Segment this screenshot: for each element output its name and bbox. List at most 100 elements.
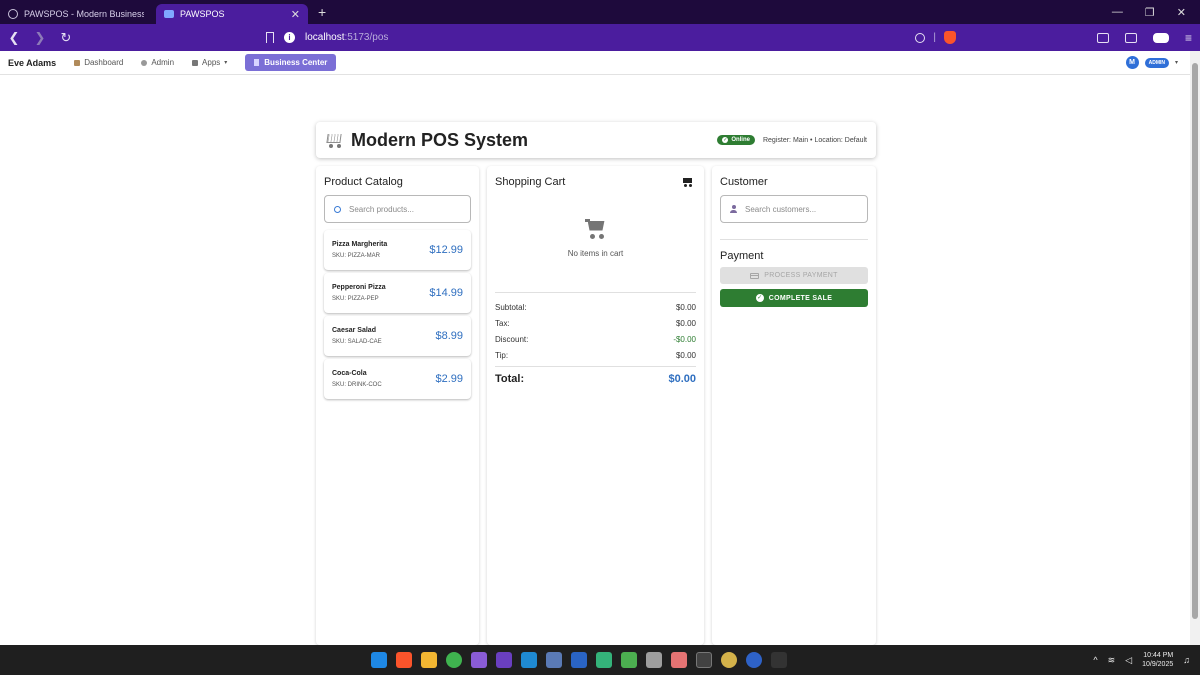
shopping-cart-panel: Shopping Cart No items in cart Subtotal:…: [487, 166, 704, 645]
forward-arrow-icon[interactable]: ❯: [34, 30, 46, 46]
site-info-icon[interactable]: i: [284, 32, 295, 43]
clock[interactable]: 10:44 PM 10/9/2025: [1142, 651, 1173, 669]
tax-row: Tax: $0.00: [495, 318, 696, 328]
customer-search-input[interactable]: Search customers...: [720, 195, 868, 223]
screenshot-icon[interactable]: [1096, 32, 1109, 43]
product-price: $8.99: [435, 330, 463, 342]
total-value: $0.00: [668, 373, 696, 385]
nav-label: Dashboard: [84, 58, 124, 67]
page-title: Modern POS System: [351, 129, 529, 150]
volume-icon[interactable]: ◁: [1125, 655, 1132, 666]
chevron-down-icon[interactable]: ▾: [1175, 59, 1178, 66]
divider: [720, 239, 868, 240]
nav-admin[interactable]: Admin: [141, 58, 174, 67]
search-placeholder: Search customers...: [745, 204, 817, 214]
notification-bell-icon[interactable]: ♫: [1183, 655, 1190, 665]
system-tray: ^ ≋ ◁ 10:44 PM 10/9/2025 ♫: [1093, 645, 1190, 675]
app-navbar: Eve Adams Dashboard Admin Apps ▾ Busines…: [0, 51, 1190, 75]
sidebar-icon[interactable]: [1124, 32, 1137, 43]
nav-label: Admin: [151, 58, 175, 67]
browser-tab-1[interactable]: PAWSPOS - Modern Business Platform: [0, 4, 152, 24]
notepad-icon[interactable]: [621, 652, 637, 668]
search-placeholder: Search products...: [349, 204, 414, 214]
close-tab-icon[interactable]: ✕: [291, 8, 300, 21]
start-windows-icon[interactable]: [371, 652, 387, 668]
restore-icon[interactable]: ❐: [1145, 6, 1155, 19]
zoom-icon[interactable]: [915, 32, 926, 43]
visual-studio-2-icon[interactable]: [496, 652, 512, 668]
android-studio-icon[interactable]: [596, 652, 612, 668]
minimize-icon[interactable]: —: [1112, 6, 1123, 19]
gear-icon: [141, 59, 148, 66]
brave-browser-icon[interactable]: [396, 652, 412, 668]
url-text[interactable]: localhost:5173/pos: [305, 32, 388, 43]
clock-date: 10/9/2025: [1142, 661, 1174, 668]
tab-title: PAWSPOS - Modern Business Platform: [24, 9, 144, 19]
business-center-button[interactable]: Business Center: [245, 54, 337, 71]
address-bar[interactable]: i localhost:5173/pos |: [266, 31, 956, 44]
button-label: PROCESS PAYMENT: [764, 272, 838, 279]
reload-icon[interactable]: ↻: [60, 30, 72, 46]
file-explorer-icon[interactable]: [421, 652, 437, 668]
bookmark-icon[interactable]: [266, 32, 274, 43]
menu-icon[interactable]: ≡: [1185, 31, 1192, 45]
status-label: Online: [731, 137, 750, 143]
vpn-icon[interactable]: [1152, 32, 1169, 43]
credit-card-icon: [750, 272, 760, 279]
window-controls: — ❐ ✕: [1112, 6, 1200, 19]
new-tab-button[interactable]: +: [318, 4, 326, 20]
building-icon: [254, 59, 260, 66]
house-icon: [74, 59, 81, 66]
product-name: Caesar Salad: [332, 327, 376, 334]
chrome-icon[interactable]: [446, 652, 462, 668]
litecoin-icon[interactable]: [746, 652, 762, 668]
user-menu[interactable]: M ADMIN ▾: [1125, 56, 1190, 69]
os-taskbar: ^ ≋ ◁ 10:44 PM 10/9/2025 ♫: [0, 645, 1200, 675]
product-card[interactable]: Pepperoni Pizza SKU: PIZZA-PEP $14.99: [324, 273, 471, 313]
page-scrollbar[interactable]: [1190, 51, 1200, 645]
clock-time: 10:44 PM: [1143, 652, 1174, 659]
subtotal-row: Subtotal: $0.00: [495, 302, 696, 312]
browser-tab-2[interactable]: PAWSPOS ✕: [156, 4, 308, 24]
pawspos-favicon-icon: [164, 10, 174, 18]
nav-apps[interactable]: Apps ▾: [192, 58, 227, 67]
product-card[interactable]: Coca-Cola SKU: DRINK-COC $2.99: [324, 359, 471, 399]
search-icon: [334, 205, 341, 213]
product-search-input[interactable]: Search products...: [324, 195, 471, 223]
product-name: Coca-Cola: [332, 370, 367, 377]
scrollbar-thumb[interactable]: [1192, 63, 1198, 619]
chevron-down-icon: ▾: [224, 60, 228, 66]
task-view-icon[interactable]: [646, 652, 662, 668]
vscode-icon[interactable]: [521, 652, 537, 668]
nav-dashboard[interactable]: Dashboard: [74, 58, 123, 67]
tip-row: Tip: $0.00: [495, 350, 696, 360]
role-badge: ADMIN: [1144, 57, 1169, 68]
wifi-icon[interactable]: ≋: [1108, 655, 1116, 666]
avatar[interactable]: M: [1125, 56, 1139, 69]
brave-shield-icon[interactable]: [944, 31, 956, 44]
app-icon[interactable]: [771, 652, 787, 668]
product-sku: SKU: SALAD-CAE: [332, 339, 382, 345]
terminal-icon[interactable]: [696, 652, 712, 668]
browser-tabbar: PAWSPOS - Modern Business Platform PAWSP…: [0, 0, 1200, 24]
back-arrow-icon[interactable]: ❮: [8, 30, 20, 46]
process-payment-button[interactable]: PROCESS PAYMENT: [720, 267, 868, 284]
product-price: $12.99: [429, 244, 463, 256]
product-card[interactable]: Pizza Margherita SKU: PIZZA-MAR $12.99: [324, 230, 471, 270]
chevron-up-icon[interactable]: ^: [1093, 655, 1097, 665]
product-sku: SKU: DRINK-COC: [332, 382, 382, 388]
app-icon[interactable]: [546, 652, 562, 668]
app-icon[interactable]: [671, 652, 687, 668]
product-card[interactable]: Caesar Salad SKU: SALAD-CAE $8.99: [324, 316, 471, 356]
powershell-icon[interactable]: [571, 652, 587, 668]
user-name: Eve Adams: [8, 57, 57, 68]
coin-icon[interactable]: [721, 652, 737, 668]
browser-extensions: ≡: [1096, 31, 1192, 45]
close-window-icon[interactable]: ✕: [1177, 6, 1186, 19]
visual-studio-icon[interactable]: [471, 652, 487, 668]
complete-sale-button[interactable]: ✓ COMPLETE SALE: [720, 289, 868, 307]
panel-title: Customer: [720, 176, 768, 188]
globe-icon: [8, 9, 18, 19]
check-circle-icon: ✓: [755, 294, 764, 302]
empty-cart-text: No items in cart: [567, 248, 624, 258]
